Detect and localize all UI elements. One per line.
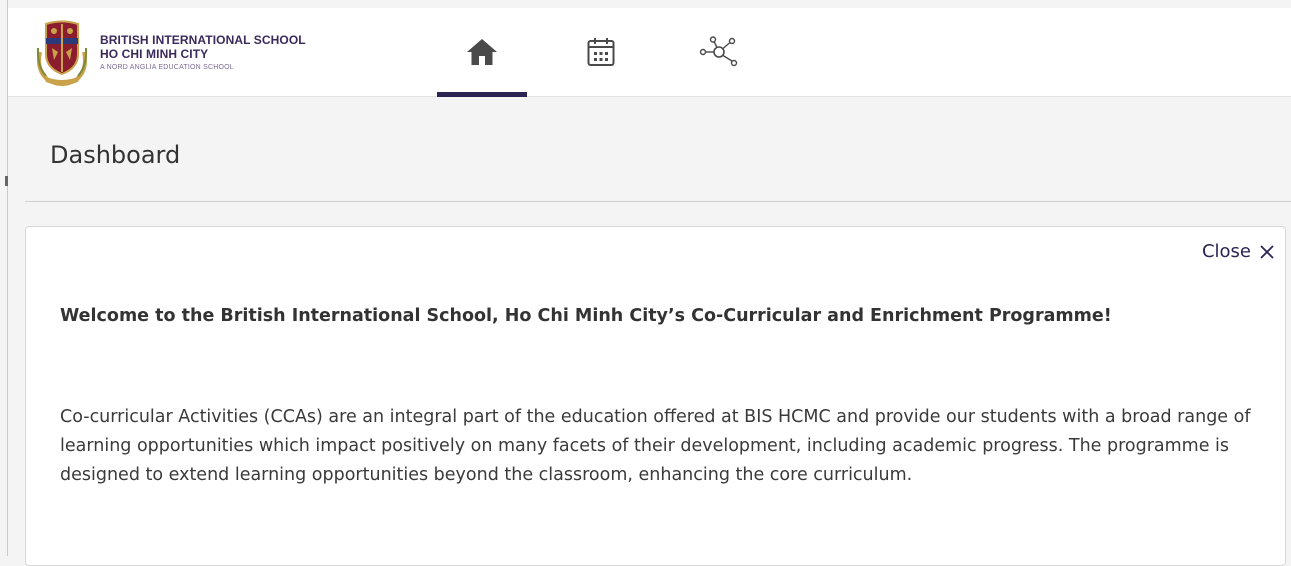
page-title: Dashboard bbox=[50, 141, 181, 169]
tab-home[interactable] bbox=[437, 8, 527, 97]
welcome-heading: Welcome to the British International Sch… bbox=[60, 306, 1112, 326]
school-crest-icon bbox=[36, 20, 88, 86]
school-brand[interactable]: BRITISH INTERNATIONAL SCHOOL HO CHI MINH… bbox=[34, 17, 306, 87]
calendar-icon bbox=[587, 38, 615, 66]
page-header: Dashboard bbox=[8, 97, 1291, 201]
header-divider bbox=[25, 201, 1291, 202]
close-icon bbox=[1260, 244, 1274, 259]
tab-calendar[interactable] bbox=[556, 8, 646, 96]
home-icon bbox=[467, 39, 497, 65]
tab-network[interactable] bbox=[675, 8, 765, 96]
close-button[interactable]: Close bbox=[1202, 241, 1275, 262]
close-label: Close bbox=[1201, 241, 1251, 262]
top-navigation-bar: BRITISH INTERNATIONAL SCHOOL HO CHI MINH… bbox=[8, 8, 1291, 97]
network-icon bbox=[699, 36, 738, 67]
welcome-card: Close Welcome to the British Internation… bbox=[25, 226, 1286, 566]
brand-name-line2: HO CHI MINH CITY bbox=[100, 46, 209, 61]
intro-paragraph: Co-curricular Activities (CCAs) are an i… bbox=[60, 407, 1251, 485]
brand-tagline: A NORD ANGLIA EDUCATION SCHOOL bbox=[100, 63, 234, 71]
brand-name-line1: BRITISH INTERNATIONAL SCHOOL bbox=[100, 32, 306, 47]
